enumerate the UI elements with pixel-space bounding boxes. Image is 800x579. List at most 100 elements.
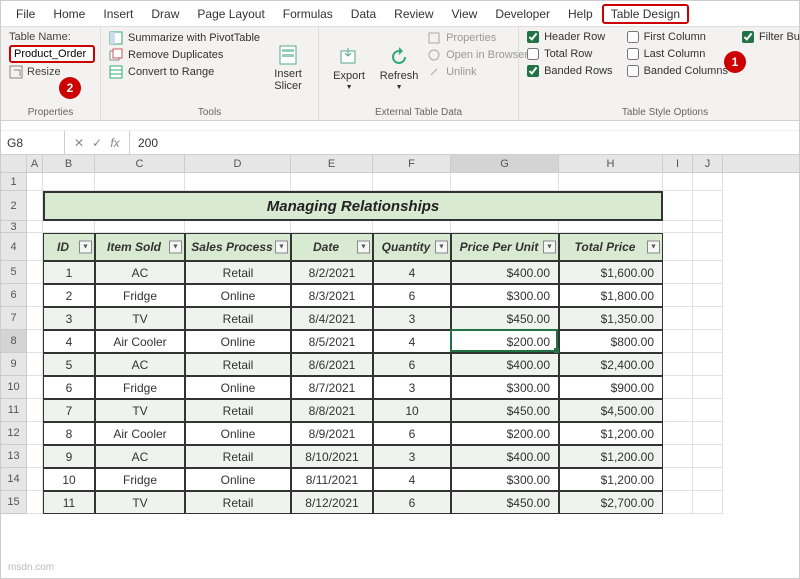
cell-H7[interactable]: $1,350.00 xyxy=(559,307,663,330)
col-header-F[interactable]: F xyxy=(373,155,451,172)
filter-dropdown-G[interactable]: ▼ xyxy=(543,241,556,254)
cell-C9[interactable]: AC xyxy=(95,353,185,376)
col-header-D[interactable]: D xyxy=(185,155,291,172)
cell-C13[interactable]: AC xyxy=(95,445,185,468)
cell-F3[interactable] xyxy=(373,221,451,233)
cell-J9[interactable] xyxy=(693,353,723,376)
tab-help[interactable]: Help xyxy=(559,4,602,24)
cell-I7[interactable] xyxy=(663,307,693,330)
banded-rows-checkbox[interactable]: Banded Rows xyxy=(527,65,613,77)
col-header-H[interactable]: H xyxy=(559,155,663,172)
cell-F14[interactable]: 4 xyxy=(373,468,451,491)
first-column-checkbox[interactable]: First Column xyxy=(627,31,728,43)
cell-A10[interactable] xyxy=(27,376,43,399)
filter-dropdown-H[interactable]: ▼ xyxy=(647,241,660,254)
col-header-C[interactable]: C xyxy=(95,155,185,172)
cell-E5[interactable]: 8/2/2021 xyxy=(291,261,373,284)
cell-E9[interactable]: 8/6/2021 xyxy=(291,353,373,376)
cell-C10[interactable]: Fridge xyxy=(95,376,185,399)
tab-formulas[interactable]: Formulas xyxy=(274,4,342,24)
cell-G15[interactable]: $450.00 xyxy=(451,491,559,514)
cell-D13[interactable]: Retail xyxy=(185,445,291,468)
cell-D9[interactable]: Retail xyxy=(185,353,291,376)
row-header-9[interactable]: 9 xyxy=(1,353,27,376)
resize-table-button[interactable]: Resize xyxy=(9,65,95,79)
cell-F5[interactable]: 4 xyxy=(373,261,451,284)
filter-dropdown-D[interactable]: ▼ xyxy=(275,241,288,254)
cell-D12[interactable]: Online xyxy=(185,422,291,445)
cell-D11[interactable]: Retail xyxy=(185,399,291,422)
cell-J15[interactable] xyxy=(693,491,723,514)
cell-D3[interactable] xyxy=(185,221,291,233)
banded-columns-checkbox[interactable]: Banded Columns xyxy=(627,65,728,77)
cell-B12[interactable]: 8 xyxy=(43,422,95,445)
cell-G10[interactable]: $300.00 xyxy=(451,376,559,399)
cell-I6[interactable] xyxy=(663,284,693,307)
cell-D14[interactable]: Online xyxy=(185,468,291,491)
cell-E11[interactable]: 8/8/2021 xyxy=(291,399,373,422)
cell-J1[interactable] xyxy=(693,173,723,191)
cell-E1[interactable] xyxy=(291,173,373,191)
cell-F1[interactable] xyxy=(373,173,451,191)
cell-H13[interactable]: $1,200.00 xyxy=(559,445,663,468)
cell-A9[interactable] xyxy=(27,353,43,376)
cell-H11[interactable]: $4,500.00 xyxy=(559,399,663,422)
cell-A11[interactable] xyxy=(27,399,43,422)
cell-E12[interactable]: 8/9/2021 xyxy=(291,422,373,445)
cancel-icon[interactable]: ✕ xyxy=(71,136,87,150)
cell-J3[interactable] xyxy=(693,221,723,233)
cell-H14[interactable]: $1,200.00 xyxy=(559,468,663,491)
cell-I10[interactable] xyxy=(663,376,693,399)
cell-E13[interactable]: 8/10/2021 xyxy=(291,445,373,468)
filter-button-checkbox[interactable]: Filter But xyxy=(742,31,800,43)
cell-B9[interactable]: 5 xyxy=(43,353,95,376)
cell-I9[interactable] xyxy=(663,353,693,376)
cell-B8[interactable]: 4 xyxy=(43,330,95,353)
row-header-3[interactable]: 3 xyxy=(1,221,27,233)
cell-J11[interactable] xyxy=(693,399,723,422)
cell-I1[interactable] xyxy=(663,173,693,191)
cell-J5[interactable] xyxy=(693,261,723,284)
open-browser-button[interactable]: Open in Browser xyxy=(427,48,528,62)
row-header-4[interactable]: 4 xyxy=(1,233,27,261)
cell-H12[interactable]: $1,200.00 xyxy=(559,422,663,445)
fx-icon[interactable]: fx xyxy=(107,136,123,150)
cell-C1[interactable] xyxy=(95,173,185,191)
tab-draw[interactable]: Draw xyxy=(142,4,188,24)
row-header-10[interactable]: 10 xyxy=(1,376,27,399)
cell-E7[interactable]: 8/4/2021 xyxy=(291,307,373,330)
row-header-1[interactable]: 1 xyxy=(1,173,27,191)
cell-C6[interactable]: Fridge xyxy=(95,284,185,307)
row-header-12[interactable]: 12 xyxy=(1,422,27,445)
cell-H4[interactable]: Total Price▼ xyxy=(559,233,663,261)
col-header-G[interactable]: G xyxy=(451,155,559,172)
cell-D8[interactable]: Online xyxy=(185,330,291,353)
cell-H1[interactable] xyxy=(559,173,663,191)
cell-J4[interactable] xyxy=(693,233,723,261)
cell-H15[interactable]: $2,700.00 xyxy=(559,491,663,514)
filter-dropdown-F[interactable]: ▼ xyxy=(435,241,448,254)
cell-E6[interactable]: 8/3/2021 xyxy=(291,284,373,307)
tab-developer[interactable]: Developer xyxy=(486,4,559,24)
cell-J14[interactable] xyxy=(693,468,723,491)
cell-B11[interactable]: 7 xyxy=(43,399,95,422)
cell-A7[interactable] xyxy=(27,307,43,330)
cell-D6[interactable]: Online xyxy=(185,284,291,307)
cell-C4[interactable]: Item Sold▼ xyxy=(95,233,185,261)
tab-table-design[interactable]: Table Design xyxy=(602,4,689,24)
cell-A3[interactable] xyxy=(27,221,43,233)
cell-C3[interactable] xyxy=(95,221,185,233)
header-row-checkbox[interactable]: Header Row xyxy=(527,31,613,43)
cell-F7[interactable]: 3 xyxy=(373,307,451,330)
cell-F13[interactable]: 3 xyxy=(373,445,451,468)
table-name-input[interactable] xyxy=(9,45,95,63)
row-header-5[interactable]: 5 xyxy=(1,261,27,284)
cell-A1[interactable] xyxy=(27,173,43,191)
cell-A8[interactable] xyxy=(27,330,43,353)
export-button[interactable]: Export▼ xyxy=(327,31,371,105)
row-header-2[interactable]: 2 xyxy=(1,191,27,221)
name-box[interactable]: G8 xyxy=(1,131,65,154)
cell-I5[interactable] xyxy=(663,261,693,284)
cell-E15[interactable]: 8/12/2021 xyxy=(291,491,373,514)
cell-I12[interactable] xyxy=(663,422,693,445)
